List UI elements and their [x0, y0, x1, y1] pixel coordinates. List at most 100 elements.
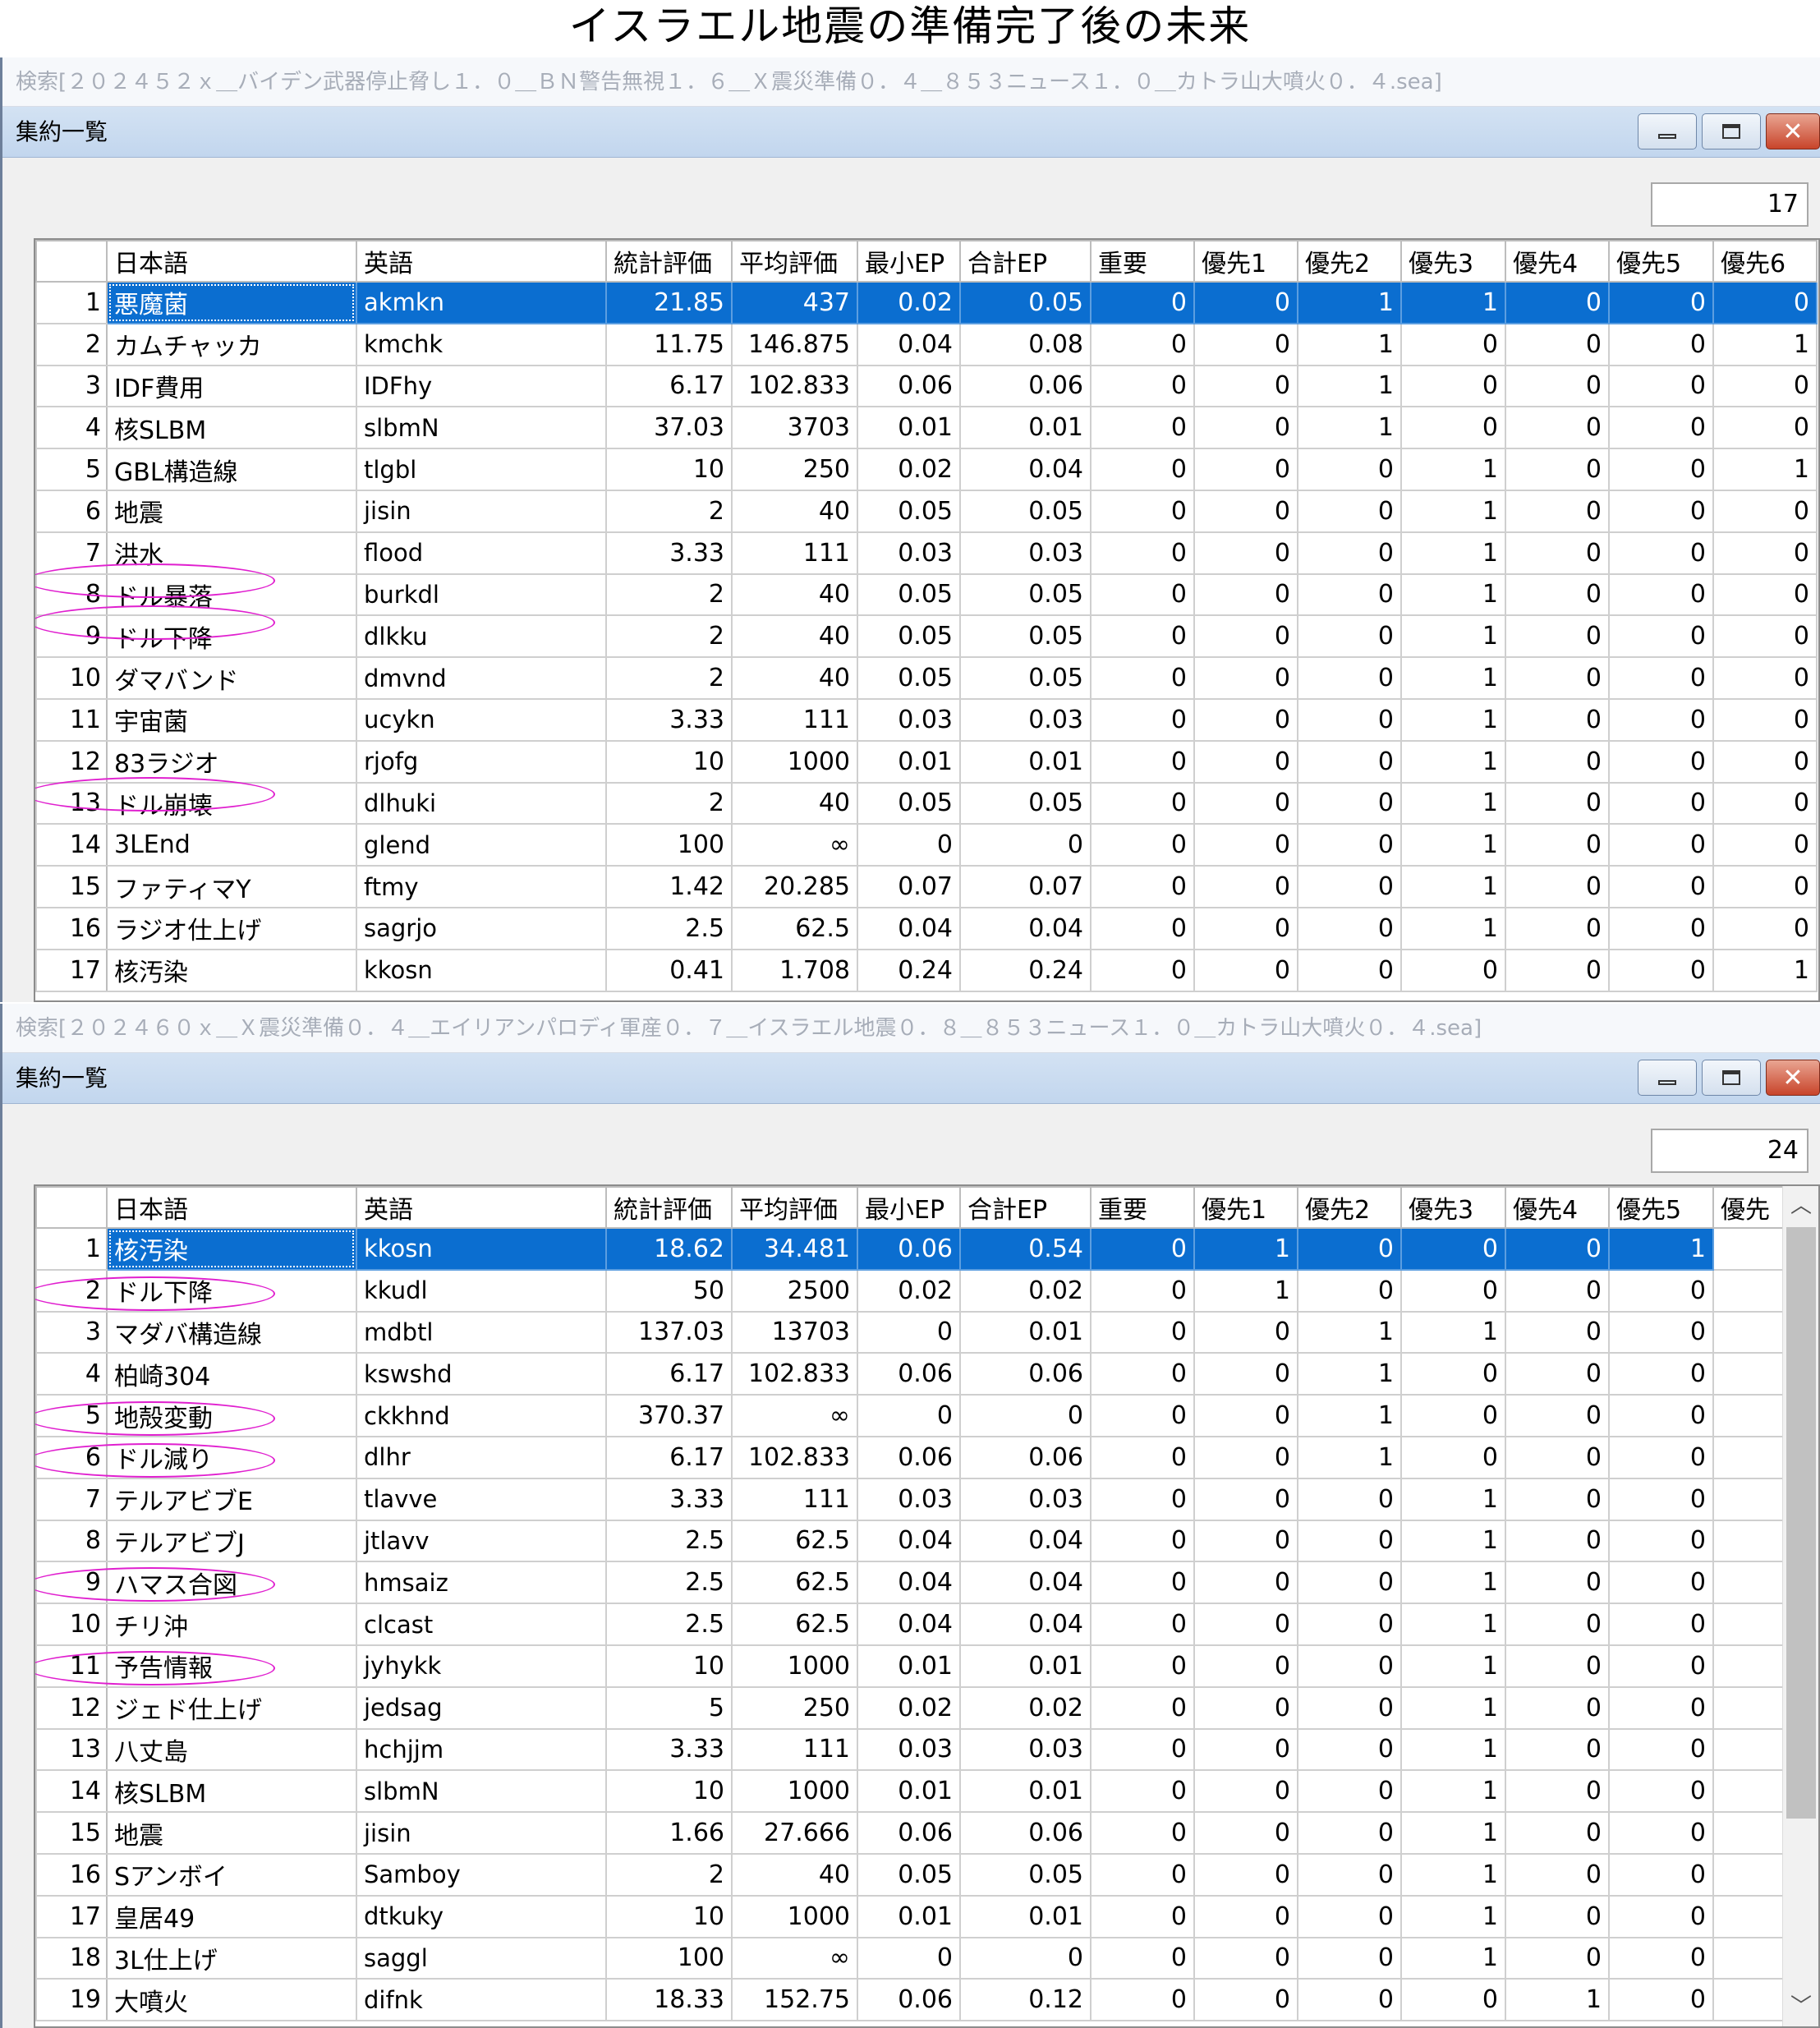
- table-row[interactable]: 8 テルアビブJ jtlavv 2.5 62.5 0.04 0.04 0 0 0 1 0 0: [35, 1519, 1818, 1563]
- column-header-english[interactable]: 英語: [356, 240, 607, 283]
- column-header-avg-score[interactable]: 平均評価: [731, 1186, 858, 1229]
- column-header-min-ep[interactable]: 最小EP: [857, 1186, 961, 1229]
- column-header-priority-6[interactable]: 優先6: [1712, 240, 1818, 283]
- row-number: 17: [35, 1894, 108, 1938]
- column-header-english[interactable]: 英語: [356, 1186, 607, 1229]
- column-header-priority-5[interactable]: 優先5: [1608, 240, 1714, 283]
- column-header-important[interactable]: 重要: [1090, 1186, 1195, 1229]
- column-header-important[interactable]: 重要: [1090, 240, 1195, 283]
- table-row[interactable]: 10 ダマバンド dmvnd 2 40 0.05 0.05 0 0 0 1 0 0 0: [35, 656, 1818, 700]
- table-row[interactable]: 3 IDF費用 IDFhy 6.17 102.833 0.06 0.06 0 0 1 0 0 0 0: [35, 364, 1818, 408]
- cell-avg-score: 111: [731, 1477, 858, 1521]
- row-number: 6: [35, 489, 108, 533]
- column-header-priority-5[interactable]: 優先5: [1608, 1186, 1714, 1229]
- column-header-priority-1[interactable]: 優先1: [1193, 1186, 1298, 1229]
- table-row[interactable]: 15 地震 jisin 1.66 27.666 0.06 0.06 0 0 0 1 0 0: [35, 1811, 1818, 1855]
- column-header-avg-score[interactable]: 平均評価: [731, 240, 858, 283]
- table-row[interactable]: 15 ファティマY ftmy 1.42 20.285 0.07 0.07 0 0 0 1 0 0 0: [35, 865, 1818, 908]
- table-row[interactable]: 11 宇宙菌 ucykn 3.33 111 0.03 0.03 0 0 0 1 0 0 0: [35, 697, 1818, 742]
- row-number: 3: [35, 1310, 108, 1354]
- table-row[interactable]: 4 核SLBM slbmN 37.03 3703 0.01 0.01 0 0 1 0 0 0 0: [35, 406, 1818, 450]
- table-row[interactable]: 16 ラジオ仕上げ sagrjo 2.5 62.5 0.04 0.04 0 0 0 1 0 0 0: [35, 906, 1818, 950]
- column-header-priority-2[interactable]: 優先2: [1297, 240, 1402, 283]
- table-row[interactable]: 12 ジェド仕上げ jedsag 5 250 0.02 0.02 0 0 0 1 0 0: [35, 1685, 1818, 1730]
- table-row[interactable]: 6 ドル減り dlhr 6.17 102.833 0.06 0.06 0 0 1 0 0 0: [35, 1435, 1818, 1479]
- cell-english: dlhuki: [356, 781, 607, 825]
- table-row[interactable]: 7 テルアビブE tlavve 3.33 111 0.03 0.03 0 0 0 1 0 0: [35, 1477, 1818, 1521]
- table-row[interactable]: 10 チリ沖 clcast 2.5 62.5 0.04 0.04 0 0 0 1 0 0: [35, 1603, 1818, 1646]
- column-header-priority-4[interactable]: 優先4: [1505, 1186, 1610, 1229]
- record-count-field[interactable]: 17: [1651, 182, 1809, 227]
- table-row[interactable]: 17 核汚染 kkosn 0.41 1.708 0.24 0.24 0 0 0 0 0 0 1: [35, 948, 1818, 992]
- column-header-priority-2[interactable]: 優先2: [1297, 1186, 1402, 1229]
- table-row[interactable]: 11 予告情報 jyhykk 10 1000 0.01 0.01 0 0 0 1 0 0: [35, 1644, 1818, 1688]
- cell-priority-4: 0: [1505, 489, 1610, 533]
- table-row[interactable]: 1 核汚染 kkosn 18.62 34.481 0.06 0.54 0 1 0 0 0 1: [35, 1227, 1818, 1271]
- cell-total-ep: 0.54: [959, 1227, 1092, 1271]
- window-titlebar[interactable]: 集約一覧 ✕: [2, 107, 1820, 158]
- table-row[interactable]: 6 地震 jisin 2 40 0.05 0.05 0 0 0 1 0 0 0: [35, 489, 1818, 533]
- cell-important: 0: [1090, 281, 1195, 324]
- record-count-field[interactable]: 24: [1651, 1129, 1809, 1173]
- column-header-priority-1[interactable]: 優先1: [1193, 240, 1298, 283]
- column-header-japanese[interactable]: 日本語: [106, 240, 357, 283]
- header-corner[interactable]: [35, 240, 108, 283]
- chevron-up-icon[interactable]: ︿: [1783, 1186, 1818, 1226]
- cell-priority-2: 0: [1297, 448, 1402, 491]
- cell-total-ep: 0: [959, 1936, 1092, 1980]
- table-row[interactable]: 5 地殻変動 ckkhnd 370.37 ∞ 0 0 0 0 1 0 0 0: [35, 1394, 1818, 1437]
- table-row[interactable]: 8 ドル暴落 burkdl 2 40 0.05 0.05 0 0 0 1 0 0 0: [35, 573, 1818, 617]
- cell-min-ep: 0.02: [857, 1685, 961, 1730]
- window-titlebar[interactable]: 集約一覧 ✕: [2, 1053, 1820, 1104]
- row-number: 8: [35, 1519, 108, 1563]
- cell-total-ep: 0.06: [959, 1352, 1092, 1396]
- close-button[interactable]: ✕: [1766, 1060, 1820, 1096]
- table-row[interactable]: 14 3LEnd glend 100 ∞ 0 0 0 0 0 1 0 0 0: [35, 823, 1818, 867]
- table-row[interactable]: 1 悪魔菌 akmkn 21.85 437 0.02 0.05 0 0 1 1 0 0 0: [35, 281, 1818, 324]
- cell-priority-5: 0: [1608, 573, 1714, 617]
- table-row[interactable]: 13 ドル崩壊 dlhuki 2 40 0.05 0.05 0 0 0 1 0 0 0: [35, 781, 1818, 825]
- column-header-priority-3[interactable]: 優先3: [1400, 240, 1506, 283]
- cell-japanese: 予告情報: [106, 1644, 357, 1688]
- column-header-min-ep[interactable]: 最小EP: [857, 240, 961, 283]
- column-header-stat-score[interactable]: 統計評価: [605, 240, 733, 283]
- table-row[interactable]: 18 3L仕上げ saggl 100 ∞ 0 0 0 0 0 1 0 0: [35, 1936, 1818, 1980]
- table-row[interactable]: 3 マダバ構造線 mdbtl 137.03 13703 0 0.01 0 0 1 1 0 0: [35, 1310, 1818, 1354]
- row-number: 19: [35, 1978, 108, 2022]
- table-row[interactable]: 5 GBL構造線 tlgbl 10 250 0.02 0.04 0 0 0 1 0 0 1: [35, 448, 1818, 491]
- table-row[interactable]: 14 核SLBM slbmN 10 1000 0.01 0.01 0 0 0 1 0 0: [35, 1769, 1818, 1814]
- table-row[interactable]: 12 83ラジオ rjofg 10 1000 0.01 0.01 0 0 0 1 0 0 0: [35, 739, 1818, 784]
- table-row[interactable]: 17 皇居49 dtkuky 10 1000 0.01 0.01 0 0 0 1 0 0: [35, 1894, 1818, 1938]
- column-header-stat-score[interactable]: 統計評価: [605, 1186, 733, 1229]
- table-row[interactable]: 4 柏崎304 kswshd 6.17 102.833 0.06 0.06 0 0 1 0 0 0: [35, 1352, 1818, 1396]
- table-row[interactable]: 2 ドル下降 kkudl 50 2500 0.02 0.02 0 1 0 0 0 0: [35, 1268, 1818, 1313]
- cell-min-ep: 0.01: [857, 1644, 961, 1688]
- table-row[interactable]: 9 ハマス合図 hmsaiz 2.5 62.5 0.04 0.04 0 0 0 1 0 0: [35, 1561, 1818, 1605]
- table-row[interactable]: 7 洪水 flood 3.33 111 0.03 0.03 0 0 0 1 0 0 0: [35, 531, 1818, 575]
- table-row[interactable]: 13 八丈島 hchjjm 3.33 111 0.03 0.03 0 0 0 1 0 0: [35, 1727, 1818, 1772]
- maximize-button[interactable]: [1702, 1060, 1761, 1096]
- close-button[interactable]: ✕: [1766, 113, 1820, 149]
- minimize-button[interactable]: [1638, 1060, 1697, 1096]
- column-header-japanese[interactable]: 日本語: [106, 1186, 357, 1229]
- maximize-button[interactable]: [1702, 113, 1761, 149]
- column-header-priority-3[interactable]: 優先3: [1400, 1186, 1506, 1229]
- table-row[interactable]: 2 カムチャッカ kmchk 11.75 146.875 0.04 0.08 0 0 1 0 0 0 1: [35, 322, 1818, 366]
- table-row[interactable]: 9 ドル下降 dlkku 2 40 0.05 0.05 0 0 0 1 0 0 0: [35, 614, 1818, 659]
- cell-priority-5: 0: [1608, 614, 1714, 659]
- cell-japanese: テルアビブJ: [106, 1519, 357, 1563]
- cell-priority-4: 0: [1505, 865, 1610, 908]
- cell-avg-score: 437: [731, 281, 858, 324]
- cell-priority-1: 0: [1193, 1811, 1298, 1855]
- chevron-down-icon[interactable]: ﹀: [1783, 1987, 1818, 2026]
- header-corner[interactable]: [35, 1186, 108, 1229]
- table-row[interactable]: 16 Sアンボイ Samboy 2 40 0.05 0.05 0 0 0 1 0 0: [35, 1852, 1818, 1897]
- column-header-priority-4[interactable]: 優先4: [1505, 240, 1610, 283]
- column-header-total-ep[interactable]: 合計EP: [959, 1186, 1092, 1229]
- column-header-total-ep[interactable]: 合計EP: [959, 240, 1092, 283]
- minimize-button[interactable]: [1638, 113, 1697, 149]
- scrollbar-thumb[interactable]: [1786, 1227, 1816, 1819]
- table-row[interactable]: 19 大噴火 difnk 18.33 152.75 0.06 0.12 0 0 0 0 1 0: [35, 1978, 1818, 2022]
- cell-japanese: Sアンボイ: [106, 1852, 357, 1897]
- vertical-scrollbar[interactable]: ︿ ﹀: [1782, 1186, 1818, 2026]
